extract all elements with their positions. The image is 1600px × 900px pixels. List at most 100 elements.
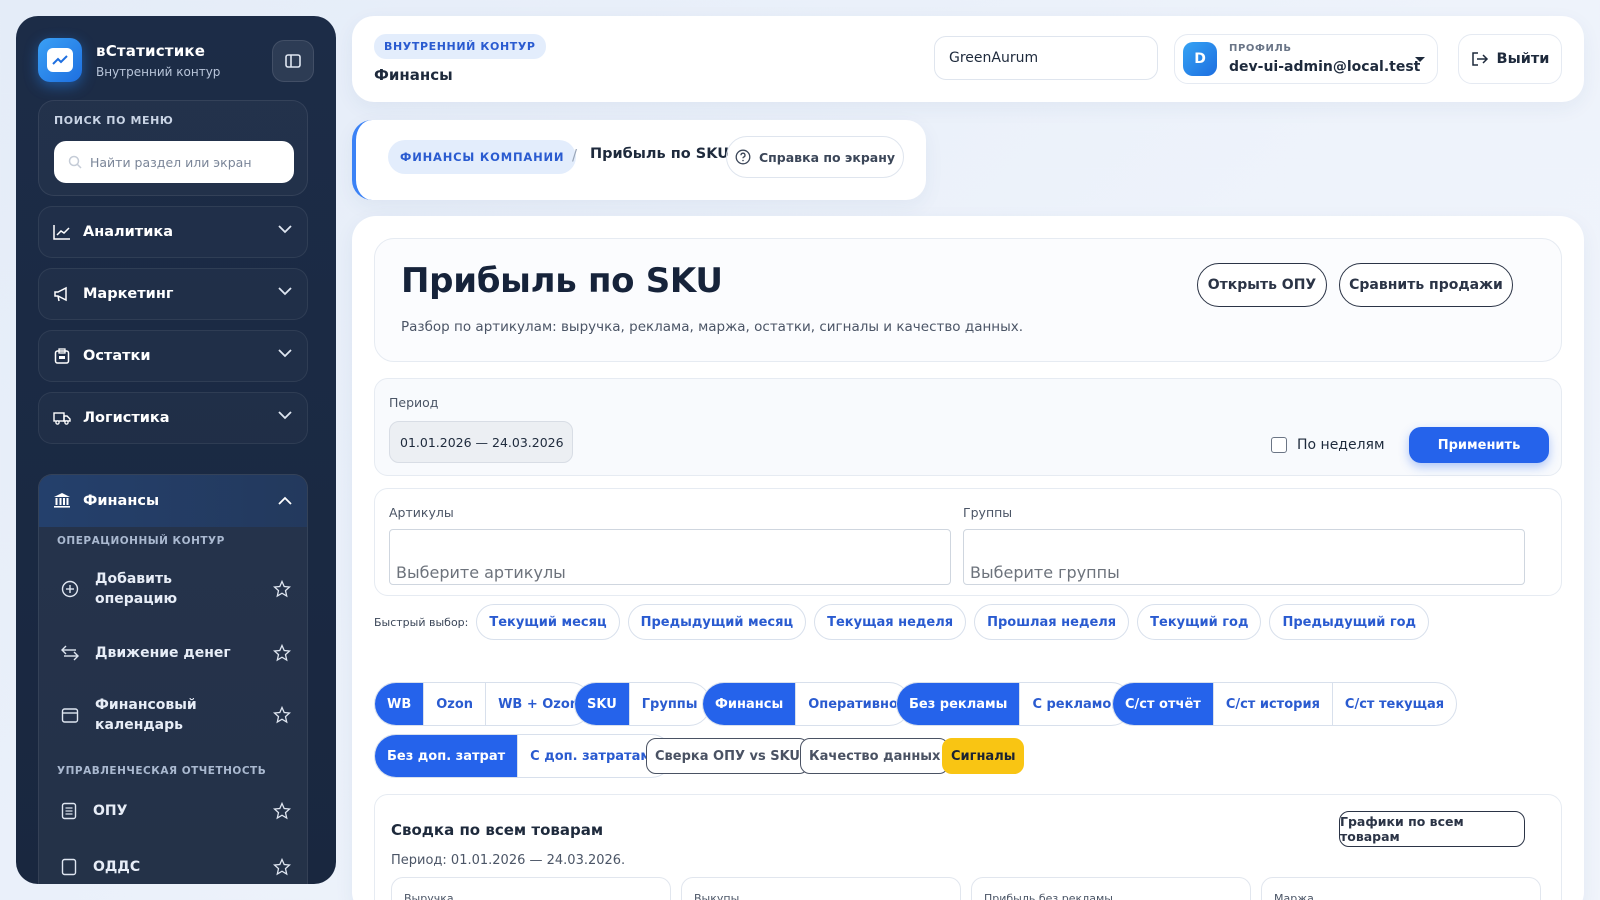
- star-icon[interactable]: [273, 802, 291, 820]
- avatar: D: [1183, 42, 1217, 76]
- menu-search-input[interactable]: Найти раздел или экран: [54, 141, 294, 183]
- document-icon: [61, 802, 77, 820]
- metric-card-profit: Прибыль без рекламы: [971, 877, 1251, 900]
- calendar-icon: [61, 708, 79, 723]
- metric-card-revenue: Выручка: [391, 877, 671, 900]
- period-date-input[interactable]: 01.01.2026 — 24.03.2026: [389, 421, 573, 463]
- weekly-toggle[interactable]: По неделям: [1271, 437, 1385, 453]
- quick-chip-current-month[interactable]: Текущий месяц: [476, 604, 620, 640]
- signals-button[interactable]: Сигналы: [942, 738, 1025, 774]
- breadcrumb-current: Прибыль по SKU: [590, 146, 729, 162]
- weekly-checkbox[interactable]: [1271, 437, 1287, 453]
- compare-sales-button[interactable]: Сравнить продажи: [1339, 263, 1513, 307]
- sidebar: вСтатистике Внутренний контур ПОИСК ПО М…: [16, 16, 336, 884]
- segment-cost-current[interactable]: С/ст текущая: [1331, 683, 1456, 725]
- groups-placeholder: Выберите группы: [970, 563, 1120, 582]
- sidebar-item-finance-calendar[interactable]: Финансовый календарь: [61, 693, 291, 737]
- profile-menu[interactable]: D ПРОФИЛЬ dev-ui-admin@local.test: [1174, 34, 1438, 84]
- period-filter-card: Период 01.01.2026 — 24.03.2026 По неделя…: [374, 378, 1562, 476]
- company-selector[interactable]: GreenAurum: [934, 36, 1158, 80]
- star-icon[interactable]: [273, 644, 291, 662]
- star-icon[interactable]: [273, 580, 291, 598]
- brand-subtitle: Внутренний контур: [96, 64, 221, 79]
- section-caption-operational: ОПЕРАЦИОННЫЙ КОНТУР: [57, 535, 225, 547]
- weekly-label: По неделям: [1297, 437, 1385, 453]
- brand[interactable]: вСтатистике Внутренний контур: [38, 38, 220, 82]
- segment-cost-history[interactable]: С/ст история: [1212, 683, 1332, 725]
- page-header-card: Прибыль по SKU Разбор по артикулам: выру…: [374, 238, 1562, 362]
- marketplace-toggle: WB Ozon WB + Ozon: [374, 682, 593, 726]
- segment-no-extra-costs[interactable]: Без доп. затрат: [375, 735, 518, 777]
- star-icon[interactable]: [273, 706, 291, 724]
- chevron-down-icon: [278, 225, 292, 234]
- sidebar-item-cashflow-report[interactable]: ОДДС: [61, 855, 291, 879]
- box-icon: [53, 347, 71, 365]
- quick-chip-current-week[interactable]: Текущая неделя: [814, 604, 967, 640]
- segment-wb[interactable]: WB: [375, 683, 424, 725]
- sidebar-item-logistics[interactable]: Логистика: [38, 392, 308, 444]
- sidebar-item-add-operation[interactable]: Добавить операцию: [61, 567, 291, 611]
- segment-cost-report[interactable]: С/ст отчёт: [1113, 683, 1213, 725]
- quick-chip-current-year[interactable]: Текущий год: [1137, 604, 1262, 640]
- quick-chip-previous-month[interactable]: Предыдущий месяц: [627, 604, 807, 640]
- sidebar-item-label: ОДДС: [93, 859, 141, 875]
- sidebar-item-pnl[interactable]: ОПУ: [61, 799, 291, 823]
- groups-select[interactable]: Выберите группы: [963, 529, 1525, 585]
- quick-period-row: Быстрый выбор: Текущий месяц Предыдущий …: [374, 604, 1437, 640]
- open-pnl-button[interactable]: Открыть ОПУ: [1197, 263, 1327, 307]
- chevron-down-icon: [278, 287, 292, 296]
- all-products-charts-button[interactable]: Графики по всем товарам: [1339, 811, 1525, 847]
- star-icon[interactable]: [273, 858, 291, 876]
- sidebar-item-analytics[interactable]: Аналитика: [38, 206, 308, 258]
- sidebar-item-label: Движение денег: [95, 645, 231, 661]
- screen-help-button[interactable]: Справка по экрану: [726, 136, 904, 178]
- metric-card-margin: Маржа: [1261, 877, 1541, 900]
- breadcrumb: ФИНАНСЫ КОМПАНИИ / Прибыль по SKU Справк…: [352, 120, 926, 200]
- plus-circle-icon: [61, 580, 79, 598]
- extra-costs-toggle: Без доп. затрат С доп. затратами: [374, 734, 674, 778]
- menu-search-placeholder: Найти раздел или экран: [90, 154, 252, 170]
- sidebar-item-label: Добавить операцию: [95, 571, 178, 607]
- quick-chip-last-week[interactable]: Прошлая неделя: [974, 604, 1130, 640]
- grouping-toggle: SKU Группы: [574, 682, 711, 726]
- sidebar-item-label: ОПУ: [93, 803, 128, 819]
- quick-chip-previous-year[interactable]: Предыдущий год: [1269, 604, 1430, 640]
- menu-search-panel: ПОИСК ПО МЕНЮ Найти раздел или экран: [38, 100, 308, 196]
- profile-email: dev-ui-admin@local.test: [1229, 59, 1421, 75]
- logout-icon: [1471, 52, 1488, 66]
- mode-toggle: Финансы Оперативно: [702, 682, 911, 726]
- apply-button[interactable]: Применить: [1409, 427, 1549, 463]
- truck-icon: [53, 409, 71, 427]
- segment-sku[interactable]: SKU: [575, 683, 629, 725]
- breadcrumb-separator: /: [572, 146, 578, 164]
- segment-groups[interactable]: Группы: [628, 683, 710, 725]
- sidebar-item-label: Финансовый календарь: [95, 697, 197, 733]
- sidebar-item-finance[interactable]: Финансы: [39, 475, 307, 527]
- chevron-down-icon: [278, 411, 292, 420]
- segment-operational[interactable]: Оперативно: [795, 683, 910, 725]
- quick-caption: Быстрый выбор:: [374, 615, 469, 629]
- bank-icon: [53, 492, 71, 510]
- sidebar-item-cash-flow[interactable]: Движение денег: [61, 641, 291, 665]
- reconciliation-button[interactable]: Сверка ОПУ vs SKU: [646, 738, 809, 774]
- megaphone-icon: [53, 285, 71, 303]
- segment-ozon[interactable]: Ozon: [423, 683, 485, 725]
- main-panel: Прибыль по SKU Разбор по артикулам: выру…: [352, 216, 1584, 900]
- logout-button[interactable]: Выйти: [1458, 34, 1562, 84]
- breadcrumb-parent[interactable]: ФИНАНСЫ КОМПАНИИ: [388, 140, 577, 174]
- sku-filter-card: Артикулы Выберите артикулы Группы Выбери…: [374, 488, 1562, 596]
- caret-down-icon: [1415, 57, 1425, 62]
- sidebar-collapse-button[interactable]: [272, 40, 314, 82]
- page-description: Разбор по артикулам: выручка, реклама, м…: [401, 319, 1024, 335]
- sidebar-item-stock[interactable]: Остатки: [38, 330, 308, 382]
- segment-finance[interactable]: Финансы: [703, 683, 796, 725]
- brand-logo-icon: [38, 38, 82, 82]
- data-quality-button[interactable]: Качество данных: [800, 738, 950, 774]
- articles-select[interactable]: Выберите артикулы: [389, 529, 951, 585]
- segment-no-ads[interactable]: Без рекламы: [897, 683, 1020, 725]
- sidebar-item-label: Остатки: [83, 348, 151, 364]
- help-label: Справка по экрану: [758, 149, 895, 165]
- ads-toggle: Без рекламы С рекламой: [896, 682, 1134, 726]
- cost-toggle: С/ст отчёт С/ст история С/ст текущая: [1112, 682, 1458, 726]
- sidebar-item-marketing[interactable]: Маркетинг: [38, 268, 308, 320]
